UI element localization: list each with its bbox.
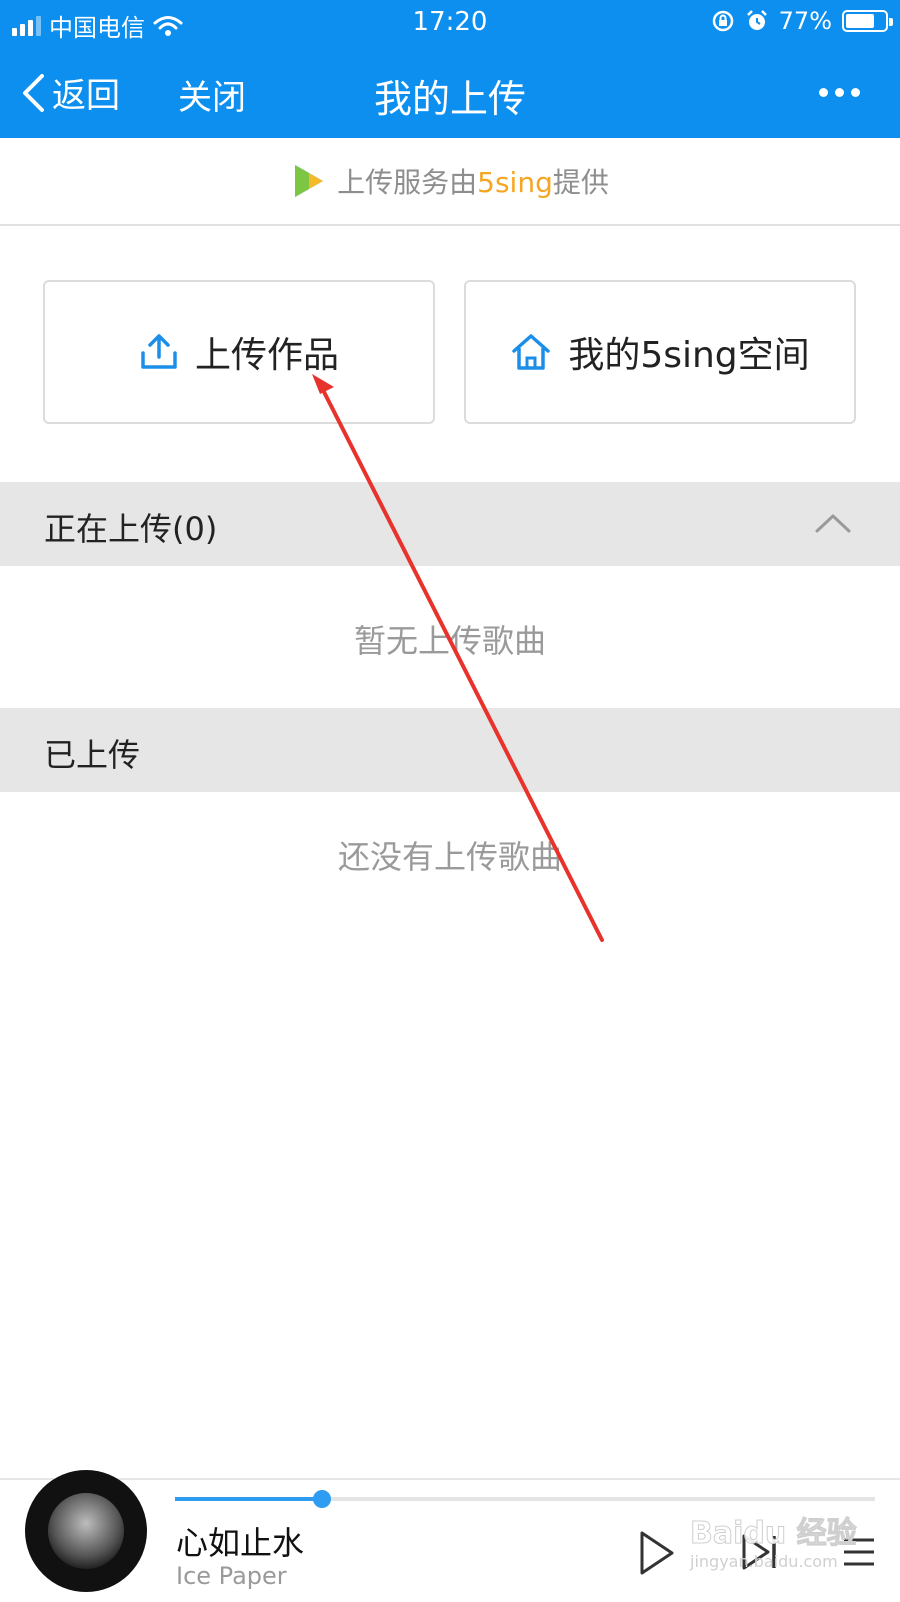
- album-cover[interactable]: [25, 1470, 147, 1592]
- uploading-header-label: 正在上传(0): [44, 510, 218, 548]
- play-icon[interactable]: [638, 1530, 676, 1576]
- battery-fill: [846, 14, 875, 28]
- chevron-up-icon[interactable]: [814, 504, 852, 542]
- upload-icon: [141, 334, 177, 369]
- status-bar: 中国电信 17:20 77%: [0, 0, 900, 44]
- uploaded-empty-text: 还没有上传歌曲: [337, 838, 562, 876]
- top-bar: 中国电信 17:20 77% 返回 关闭 我的上传: [0, 0, 900, 138]
- upload-work-label: 上传作品: [194, 335, 339, 376]
- page-title: 我的上传: [373, 77, 526, 121]
- provider-text: 上传服务由5sing提供: [337, 161, 609, 201]
- status-right: 77%: [711, 7, 893, 35]
- song-artist: Ice Paper: [176, 1562, 287, 1590]
- more-dots-icon[interactable]: [819, 88, 860, 97]
- provider-prefix: 上传服务由: [337, 166, 478, 199]
- rotation-lock-icon: [712, 10, 733, 32]
- annotation-arrow: [312, 374, 604, 942]
- nav-bar: 返回 关闭 我的上传: [0, 54, 900, 128]
- alarm-icon: [746, 10, 767, 30]
- my-5sing-space-label: 我的5sing空间: [568, 335, 810, 376]
- uploaded-header-label: 已上传: [44, 736, 141, 774]
- song-title: 心如止水: [176, 1524, 305, 1562]
- watermark-url: jingyan.baidu.com: [690, 1552, 838, 1571]
- uploading-empty-text: 暂无上传歌曲: [353, 622, 546, 660]
- album-art: [48, 1493, 124, 1569]
- battery-tip: [889, 18, 893, 26]
- provider-suffix: 提供: [552, 166, 609, 199]
- battery-percent: 77%: [778, 7, 832, 35]
- home-icon: [512, 334, 551, 370]
- 5sing-logo-icon: [295, 165, 324, 197]
- progress-handle[interactable]: [313, 1490, 331, 1508]
- action-buttons: 上传作品 我的5sing空间: [0, 280, 900, 426]
- uploaded-section-header: 已上传: [0, 708, 900, 792]
- watermark-logo: Baidu 经验: [690, 1516, 858, 1552]
- my-5sing-space-button[interactable]: 我的5sing空间: [464, 280, 856, 424]
- provider-banner: 上传服务由5sing提供: [0, 138, 900, 226]
- provider-brand: 5sing: [477, 166, 553, 199]
- upload-work-button[interactable]: 上传作品: [43, 280, 435, 424]
- battery-icon: [842, 10, 893, 32]
- progress-bar[interactable]: [175, 1490, 875, 1508]
- uploading-section-header[interactable]: 正在上传(0): [0, 482, 900, 566]
- progress-fill: [175, 1497, 322, 1501]
